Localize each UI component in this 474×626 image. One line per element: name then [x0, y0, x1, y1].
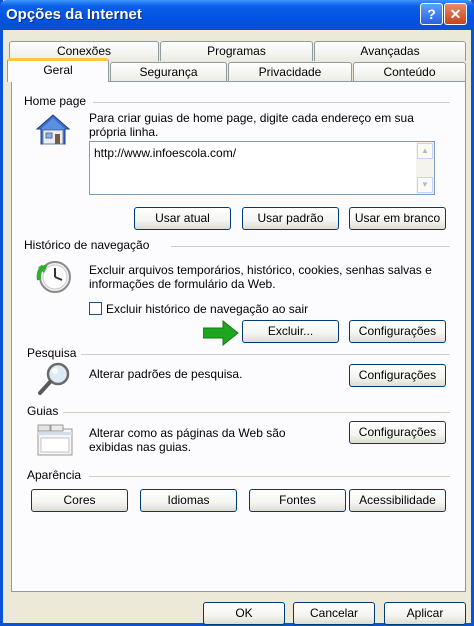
- title-bar[interactable]: Opções da Internet ? ✕: [0, 0, 474, 30]
- ok-button[interactable]: OK: [203, 602, 285, 625]
- use-current-button[interactable]: Usar atual: [134, 207, 231, 230]
- search-divider: [81, 354, 450, 355]
- search-settings-button[interactable]: Configurações: [349, 364, 446, 387]
- use-blank-button[interactable]: Usar em branco: [349, 207, 446, 230]
- apply-button[interactable]: Aplicar: [384, 602, 466, 625]
- delete-history-on-exit-checkbox[interactable]: [89, 302, 102, 315]
- tab-programas[interactable]: Programas: [160, 41, 313, 61]
- scroll-down-icon[interactable]: ▼: [417, 177, 433, 193]
- languages-button[interactable]: Idiomas: [140, 489, 237, 512]
- home-page-url-input[interactable]: http://www.infoescola.com/ ▲ ▼: [89, 141, 435, 195]
- tab-privacidade[interactable]: Privacidade: [228, 62, 352, 82]
- tabs-icon: [37, 424, 73, 456]
- appearance-divider: [89, 476, 450, 477]
- history-settings-button[interactable]: Configurações: [349, 320, 446, 343]
- history-clock-icon: [35, 258, 73, 296]
- appearance-section-title: Aparência: [27, 468, 82, 482]
- search-description: Alterar padrões de pesquisa.: [89, 367, 243, 381]
- history-description-line1: Excluir arquivos temporários, histórico,…: [89, 263, 432, 277]
- delete-history-button[interactable]: Excluir...: [242, 320, 339, 343]
- home-page-scrollbar[interactable]: ▲ ▼: [416, 142, 434, 194]
- use-default-button[interactable]: Usar padrão: [242, 207, 339, 230]
- home-icon: [35, 112, 71, 148]
- tab-conteudo[interactable]: Conteúdo: [353, 62, 466, 82]
- window-title: Opções da Internet: [6, 6, 142, 23]
- tabs-section-description-line1: Alterar como as páginas da Web são: [89, 426, 286, 440]
- tabs-settings-button[interactable]: Configurações: [349, 421, 446, 444]
- history-section-title: Histórico de navegação: [24, 238, 150, 252]
- close-icon: ✕: [449, 5, 462, 22]
- home-page-url-value: http://www.infoescola.com/: [94, 146, 237, 160]
- delete-history-on-exit-label[interactable]: Excluir histórico de navegação ao sair: [106, 302, 308, 317]
- colors-button[interactable]: Cores: [31, 489, 128, 512]
- home-page-divider: [93, 102, 450, 103]
- cancel-button[interactable]: Cancelar: [293, 602, 375, 625]
- tab-geral[interactable]: Geral: [7, 58, 109, 82]
- tab-avancadas[interactable]: Avançadas: [314, 41, 466, 61]
- help-icon: ?: [427, 6, 436, 22]
- tabs-section-description-line2: exibidas nas guias.: [89, 440, 192, 454]
- help-button[interactable]: ?: [420, 3, 443, 25]
- home-page-description-line2: própria linha.: [89, 125, 159, 139]
- internet-options-dialog: Opções da Internet ? ✕ Conexões Programa…: [0, 0, 474, 626]
- scroll-up-icon[interactable]: ▲: [417, 143, 433, 159]
- home-page-description-line1: Para criar guias de home page, digite ca…: [89, 111, 414, 125]
- accessibility-button[interactable]: Acessibilidade: [349, 489, 446, 512]
- tab-seguranca[interactable]: Segurança: [110, 62, 227, 82]
- close-button[interactable]: ✕: [444, 3, 467, 25]
- fonts-button[interactable]: Fontes: [249, 489, 346, 512]
- history-description-line2: informações de formulário da Web.: [89, 277, 276, 291]
- search-section-title: Pesquisa: [27, 346, 77, 360]
- green-arrow-icon: [202, 319, 239, 347]
- tabs-section-divider: [63, 412, 450, 413]
- home-page-section-title: Home page: [24, 94, 87, 108]
- history-divider: [171, 246, 450, 247]
- tabs-section-title: Guias: [27, 404, 59, 418]
- search-icon: [37, 360, 73, 396]
